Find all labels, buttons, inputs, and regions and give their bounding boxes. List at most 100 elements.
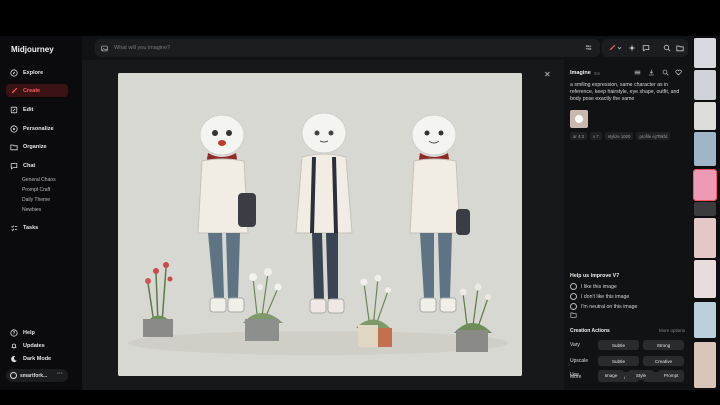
midjourney-app: Midjourney Explore Create Edit Personali…	[0, 36, 720, 390]
upscale-label: Upscale	[570, 358, 589, 364]
folder-icon[interactable]	[570, 312, 577, 318]
use-style-button[interactable]: Style	[628, 370, 654, 380]
param-tag[interactable]: v 7	[590, 132, 602, 140]
feedback-like[interactable]: I like this image	[570, 283, 617, 290]
compass-icon	[10, 68, 18, 77]
feedback-neutral[interactable]: I'm neutral on this image	[570, 303, 637, 310]
search-icon[interactable]	[662, 69, 669, 76]
reference-image-thumbnail[interactable]	[570, 110, 588, 128]
sidebar-item-label: Updates	[23, 342, 45, 349]
sidebar-item-label: Tasks	[23, 224, 39, 231]
chat-icon	[10, 162, 18, 170]
history-thumbnail[interactable]	[694, 38, 716, 68]
creation-actions-title: Creation Actions	[570, 328, 610, 334]
history-thumbnail-strip	[693, 36, 720, 390]
app-logo[interactable]: Midjourney	[11, 45, 54, 54]
chat-room-prompt-craft[interactable]: Prompt Craft	[22, 187, 50, 193]
avatar	[10, 372, 17, 379]
job-type-label: Imagine	[570, 70, 591, 76]
sidebar-item-organize[interactable]: Organize	[6, 140, 68, 153]
sidebar-item-label: Personalize	[23, 125, 54, 132]
use-image-button[interactable]: Image	[598, 370, 624, 380]
settings-sliders-icon[interactable]	[585, 44, 592, 51]
chat-room-daily-theme[interactable]: Daily Theme	[22, 197, 50, 203]
tasks-icon	[11, 224, 18, 231]
history-thumbnail[interactable]	[694, 218, 716, 258]
bottom-letterbox	[0, 390, 720, 405]
imagine-bar[interactable]: What will you imagine?	[95, 39, 600, 57]
feedback-label: I'm neutral on this image	[581, 303, 638, 310]
sparkle-icon[interactable]	[628, 44, 636, 52]
search-icon[interactable]	[663, 44, 671, 52]
sidebar-item-help[interactable]: ? Help	[6, 326, 68, 339]
history-thumbnail[interactable]	[694, 342, 716, 388]
chat-icon[interactable]	[642, 44, 650, 52]
bell-icon	[11, 343, 17, 349]
more-options-link[interactable]: More options	[659, 328, 685, 333]
generated-image[interactable]	[118, 73, 522, 376]
upscale-creative-button[interactable]: Creative	[643, 356, 684, 366]
sidebar-item-edit[interactable]: Edit	[6, 103, 68, 116]
vary-subtle-button[interactable]: Subtle	[598, 340, 639, 350]
download-icon[interactable]	[648, 69, 655, 76]
chat-room-general-chaos[interactable]: General Chaos	[22, 177, 56, 183]
brush-icon	[11, 87, 18, 93]
sidebar-item-label: Edit	[23, 106, 34, 113]
folder-icon[interactable]	[676, 44, 684, 52]
reference-face	[575, 115, 583, 123]
sidebar-item-explore[interactable]: Explore	[6, 66, 68, 79]
username: smartfork...	[20, 372, 48, 379]
radio-icon	[570, 293, 577, 300]
param-tag[interactable]: stylize 1000	[604, 132, 634, 140]
moon-icon	[11, 355, 17, 362]
svg-text:?: ?	[13, 330, 16, 335]
history-thumbnail[interactable]	[694, 70, 716, 100]
vary-label: Vary	[570, 342, 580, 348]
folder-icon	[10, 144, 18, 150]
image-icon[interactable]	[101, 45, 108, 52]
imagine-input-placeholder[interactable]: What will you imagine?	[114, 45, 170, 51]
history-thumbnail[interactable]	[694, 202, 716, 216]
list-icon[interactable]	[634, 69, 641, 76]
sidebar-item-chat[interactable]: Chat	[6, 159, 68, 172]
feedback-label: I like this image	[581, 283, 617, 290]
dark-mode-toggle[interactable]: Dark Mode	[6, 352, 68, 365]
feedback-dislike[interactable]: I don't like this image	[570, 293, 629, 300]
history-thumbnail[interactable]	[694, 260, 716, 298]
close-icon[interactable]: ✕	[544, 70, 551, 79]
top-toolbar	[602, 39, 688, 57]
brush-icon[interactable]	[608, 44, 616, 52]
history-thumbnail[interactable]	[694, 132, 716, 166]
sidebar-item-updates[interactable]: Updates	[6, 339, 68, 352]
sidebar-item-personalize[interactable]: Personalize	[6, 122, 68, 135]
param-tag[interactable]: ar 4:3	[570, 132, 587, 140]
user-account-chip[interactable]: smartfork... ···	[6, 369, 68, 382]
history-thumbnail[interactable]	[694, 302, 716, 338]
sidebar-item-label: Dark Mode	[23, 355, 52, 362]
more-icon[interactable]: ···	[57, 371, 63, 377]
use-prompt-button[interactable]: Prompt	[658, 370, 684, 380]
sidebar-item-create[interactable]: Create	[6, 84, 68, 97]
use-label: Use	[570, 372, 579, 378]
character-sheet-artwork	[118, 73, 522, 376]
history-thumbnail[interactable]	[694, 102, 716, 130]
sidebar-item-label: Create	[23, 87, 41, 94]
vary-strong-button[interactable]: Strong	[643, 340, 684, 350]
parameter-tags: ar 4:3 v 7 stylize 1000 profile ej7f8kfd	[570, 132, 671, 140]
sliders-icon	[10, 124, 18, 133]
sidebar-item-tasks[interactable]: Tasks	[6, 221, 68, 234]
radio-icon	[570, 283, 577, 290]
radio-icon	[570, 303, 577, 310]
prompt-text[interactable]: a smiling expression, same character as …	[570, 82, 684, 103]
feedback-label: I don't like this image	[581, 293, 630, 300]
history-thumbnail-selected[interactable]	[693, 169, 717, 201]
chevron-down-icon[interactable]	[617, 44, 622, 52]
feedback-title: Help us improve V7	[570, 273, 620, 279]
param-tag[interactable]: profile ej7f8kfd	[636, 132, 671, 140]
sidebar: Midjourney Explore Create Edit Personali…	[0, 36, 82, 390]
upscale-subtle-button[interactable]: Subtle	[598, 356, 639, 366]
image-viewer	[82, 60, 564, 390]
heart-icon[interactable]	[675, 69, 682, 76]
sidebar-item-label: Organize	[23, 143, 47, 150]
chat-room-newbies[interactable]: Newbies	[22, 207, 41, 213]
